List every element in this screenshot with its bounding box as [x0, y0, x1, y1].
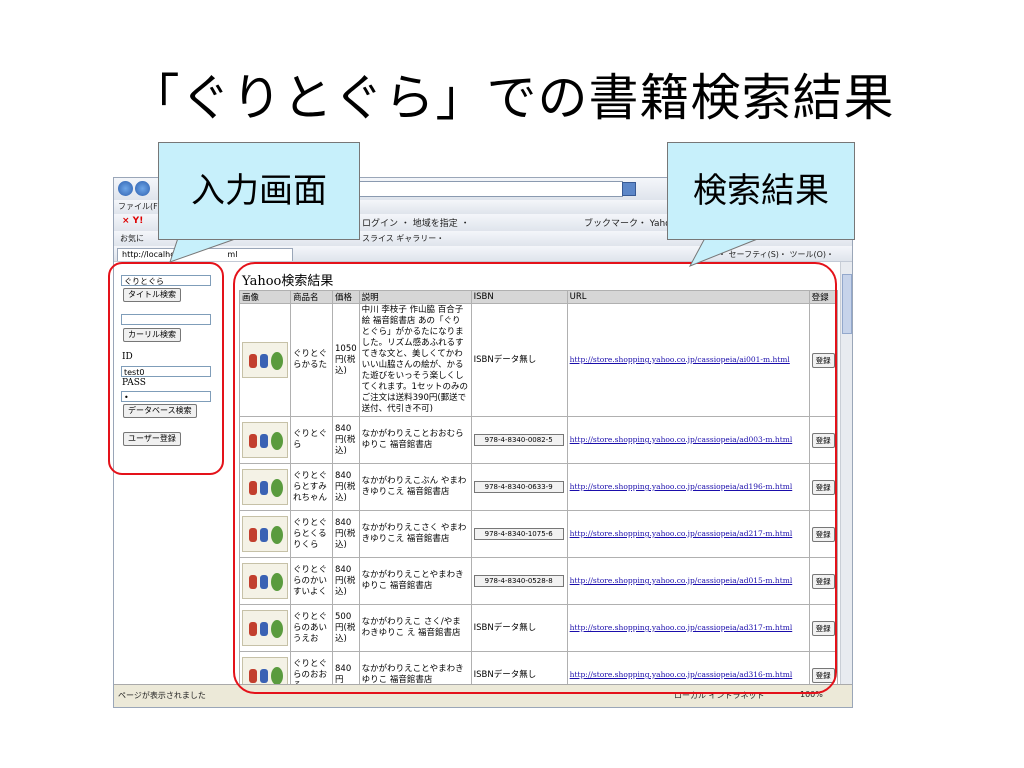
- callout-pointer-right: [688, 237, 761, 267]
- search-results-callout: 検索結果: [667, 142, 855, 240]
- input-screen-callout: 入力画面: [158, 142, 360, 240]
- callout-pointer-left: [169, 237, 239, 263]
- callout-pointers: [169, 237, 761, 267]
